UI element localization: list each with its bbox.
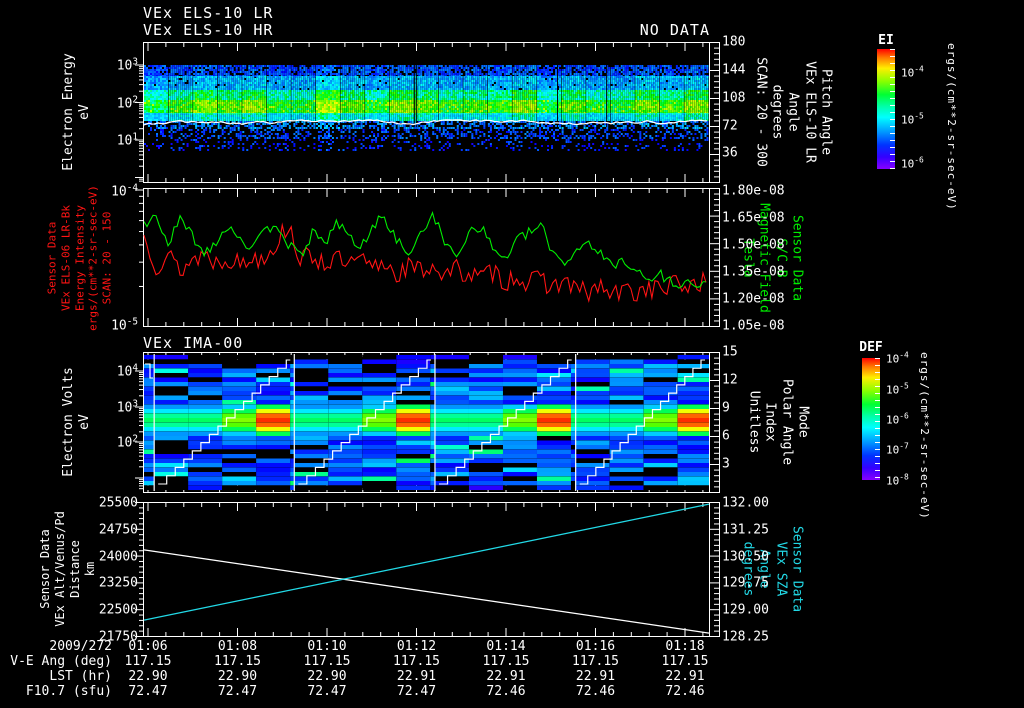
panel4-right-tick: 129.00 xyxy=(722,602,769,618)
panel2-left-tick: 10-4 xyxy=(111,182,138,200)
panel1-right-tick: 36 xyxy=(722,145,738,161)
no-data-badge: NO DATA xyxy=(639,21,710,39)
panel2-right-tick: 1.65e-08 xyxy=(722,210,785,226)
ephemeris-value: 72.46 xyxy=(665,684,705,699)
panel2-left-tick: 10-5 xyxy=(111,316,138,334)
time-tick-label: 01:16 xyxy=(575,639,616,654)
plot-screen: VEx ELS-10 LR VEx ELS-10 HR NO DATA VEx … xyxy=(0,0,1024,708)
panel2-right-tick: 1.35e-08 xyxy=(722,264,785,280)
panel3-left-tick: 103 xyxy=(116,398,138,416)
panel4-left-tick: 21750 xyxy=(98,629,138,645)
colorbar1-tick-label: 10-6 xyxy=(901,155,924,171)
panel3-right-tick: 12 xyxy=(722,372,738,388)
panel2-right-tick: 1.05e-08 xyxy=(722,318,785,334)
ephemeris-value: 22.91 xyxy=(665,669,705,684)
ephemeris-value: 72.47 xyxy=(128,684,168,699)
ephemeris-row-label: V-E Ang (deg) xyxy=(10,654,112,669)
ephemeris-value: 22.90 xyxy=(128,669,168,684)
ephemeris-value: 117.15 xyxy=(661,654,709,669)
panel3-title: VEx IMA-00 xyxy=(143,334,244,352)
panel1-left-tick: 103 xyxy=(116,56,138,74)
time-tick-label: 01:10 xyxy=(307,639,347,654)
panel1-right-tick: 72 xyxy=(722,118,738,134)
colorbar1 xyxy=(877,49,895,169)
colorbar1-title: EI xyxy=(878,33,894,48)
alt-sza-plot-canvas xyxy=(133,502,723,637)
panel2-left-axis-label: Sensor Data VEx ELS-06 LR-Bk Energy Inte… xyxy=(45,185,114,331)
panel3-right-tick: 9 xyxy=(722,400,730,416)
panel1-right-axis-label: Pitch Angle VEx ELS-10 LR Angle degrees … xyxy=(753,57,834,167)
panel4-right-tick: 131.25 xyxy=(722,522,769,538)
panel1-right-tick: 108 xyxy=(722,90,746,106)
panel1-right-tick: 180 xyxy=(722,34,746,50)
ephemeris-value: 22.91 xyxy=(575,669,616,684)
time-tick-label: 01:08 xyxy=(217,639,258,654)
panel4-right-tick: 128.25 xyxy=(722,629,769,645)
panel4-left-tick: 24750 xyxy=(98,522,138,538)
panel4-left-tick: 22500 xyxy=(98,602,138,618)
panel3-left-tick: 104 xyxy=(116,362,138,380)
colorbar2-units: ergs/(cm**2-sr-sec-eV) xyxy=(918,352,931,520)
panel3-right-tick: 6 xyxy=(722,428,730,444)
ephemeris-value: 22.91 xyxy=(396,669,437,684)
colorbar2-title: DEF xyxy=(859,340,883,355)
ephemeris-value: 117.15 xyxy=(572,654,619,669)
page-title-line2: VEx ELS-10 HR xyxy=(143,21,274,39)
colorbar1-ticks xyxy=(890,49,895,169)
ephemeris-value: 117.15 xyxy=(214,654,261,669)
time-tick-label: 01:06 xyxy=(128,639,168,654)
time-tick-label: 01:14 xyxy=(486,639,526,654)
colorbar2-ticks xyxy=(875,358,880,480)
panel3-left-axis-label: Electron Volts eV xyxy=(60,367,92,477)
ephemeris-value: 117.15 xyxy=(124,654,172,669)
panel4-right-tick: 132.00 xyxy=(722,495,769,511)
colorbar2 xyxy=(862,358,880,480)
panel4-right-tick: 129.75 xyxy=(722,575,769,591)
colorbar2-tick-label: 10-4 xyxy=(886,350,909,366)
colorbar2-tick-label: 10-7 xyxy=(886,441,909,457)
panel3-right-tick: 15 xyxy=(722,344,738,360)
panel1-left-tick: 102 xyxy=(116,94,138,112)
ephemeris-value: 117.15 xyxy=(393,654,440,669)
panel3-left-tick: 102 xyxy=(116,433,138,451)
panel4-left-tick: 23250 xyxy=(98,575,138,591)
colorbar2-tick-label: 10-6 xyxy=(886,411,909,427)
panel4-right-axis-label: Sensor Data VEx SZA Angle degrees xyxy=(740,525,805,613)
ephemeris-value: 22.90 xyxy=(217,669,258,684)
panel2-right-tick: 1.80e-08 xyxy=(722,183,785,199)
time-tick-label: 01:18 xyxy=(665,639,705,654)
colorbar2-tick-label: 10-5 xyxy=(886,381,909,397)
panel3-right-axis-label: Mode Polar Angle Index Unitless xyxy=(746,378,811,466)
colorbar1-tick-label: 10-4 xyxy=(901,64,924,80)
panel1-right-tick: 144 xyxy=(722,62,746,78)
els-pitch-spectrogram-canvas xyxy=(133,42,723,183)
ephemeris-value: 117.15 xyxy=(482,654,530,669)
ephemeris-row-label: F10.7 (sfu) xyxy=(25,684,112,699)
ephemeris-value: 117.15 xyxy=(303,654,351,669)
colorbar1-units: ergs/(cm**2-sr-sec-eV) xyxy=(945,43,958,211)
panel4-right-tick: 130.50 xyxy=(722,549,769,565)
ima-spectrogram-canvas xyxy=(133,352,723,493)
ephemeris-row-label: LST (hr) xyxy=(49,669,112,684)
panel4-left-tick: 24000 xyxy=(98,549,138,565)
ephemeris-value: 72.47 xyxy=(396,684,437,699)
ephemeris-value: 72.46 xyxy=(486,684,526,699)
ephemeris-value: 22.90 xyxy=(307,669,347,684)
ephemeris-value: 22.91 xyxy=(486,669,526,684)
ephemeris-value: 72.46 xyxy=(575,684,616,699)
panel2-right-tick: 1.50e-08 xyxy=(722,237,785,253)
time-tick-label: 01:12 xyxy=(396,639,437,654)
ephemeris-value: 72.47 xyxy=(217,684,258,699)
ephemeris-value: 72.47 xyxy=(307,684,347,699)
intensity-bfield-plot-canvas xyxy=(133,188,723,327)
panel4-left-tick: 25500 xyxy=(98,495,138,511)
colorbar1-tick-label: 10-5 xyxy=(901,111,924,127)
page-title-line1: VEx ELS-10 LR xyxy=(143,4,274,22)
panel2-right-tick: 1.20e-08 xyxy=(722,291,785,307)
panel1-left-tick: 101 xyxy=(116,131,138,149)
panel3-right-tick: 3 xyxy=(722,456,730,472)
colorbar2-tick-label: 10-8 xyxy=(886,472,909,488)
